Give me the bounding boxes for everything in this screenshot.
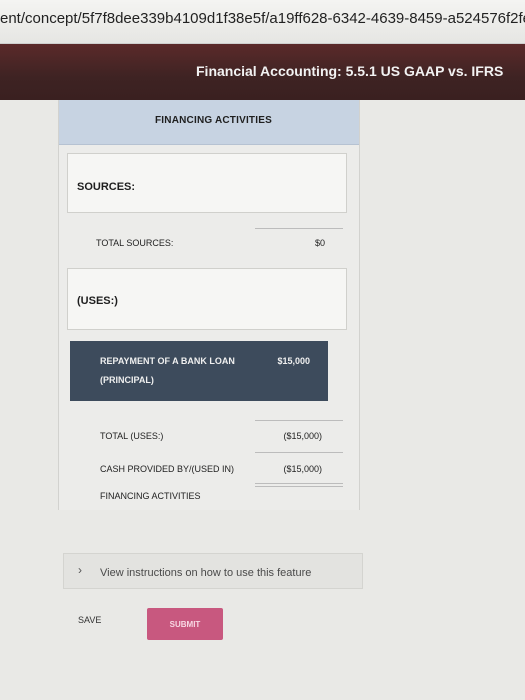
uses-box[interactable]: (USES:)	[67, 268, 347, 330]
repayment-value: $15,000	[277, 356, 310, 366]
url-text: ent/concept/5f7f8dee339b4109d1f38e5f/a19…	[0, 10, 525, 27]
repayment-row[interactable]: REPAYMENT OF A BANK LOAN (PRINCIPAL) $15…	[70, 341, 328, 401]
page-title: Financial Accounting: 5.5.1 US GAAP vs. …	[196, 63, 504, 79]
instructions-link[interactable]: View instructions on how to use this fea…	[100, 567, 311, 579]
panel-title: FINANCING ACTIVITIES	[155, 115, 272, 126]
instructions-toggle[interactable]: › View instructions on how to use this f…	[63, 553, 363, 589]
cash-underline	[255, 483, 343, 484]
cash-label-line1: CASH PROVIDED BY/(USED IN)	[100, 464, 235, 474]
address-bar[interactable]: ent/concept/5f7f8dee339b4109d1f38e5f/a19…	[0, 0, 525, 44]
total-uses-overline	[255, 420, 343, 421]
cash-label-line2: FINANCING ACTIVITIES	[100, 491, 201, 501]
sources-box[interactable]: SOURCES:	[67, 153, 347, 213]
total-uses-underline	[255, 452, 343, 453]
sources-label: SOURCES:	[77, 181, 136, 193]
cash-double-underline	[255, 486, 343, 487]
cash-value: ($15,000)	[283, 464, 322, 474]
total-sources-value: $0	[314, 238, 325, 248]
app-header: Financial Accounting: 5.5.1 US GAAP vs. …	[0, 44, 525, 100]
total-sources-underline	[255, 228, 343, 229]
total-sources-label: TOTAL SOURCES:	[96, 238, 174, 248]
uses-label: (USES:)	[77, 295, 118, 307]
submit-button[interactable]: SUBMIT	[147, 608, 223, 640]
total-uses-label: TOTAL (USES:)	[100, 431, 164, 441]
save-button[interactable]: SAVE	[78, 615, 101, 625]
chevron-right-icon: ›	[78, 563, 82, 577]
total-uses-value: ($15,000)	[283, 431, 322, 441]
repayment-label-line1: REPAYMENT OF A BANK LOAN	[100, 356, 235, 366]
panel-header: FINANCING ACTIVITIES	[59, 100, 359, 145]
repayment-label-line2: (PRINCIPAL)	[100, 375, 154, 385]
